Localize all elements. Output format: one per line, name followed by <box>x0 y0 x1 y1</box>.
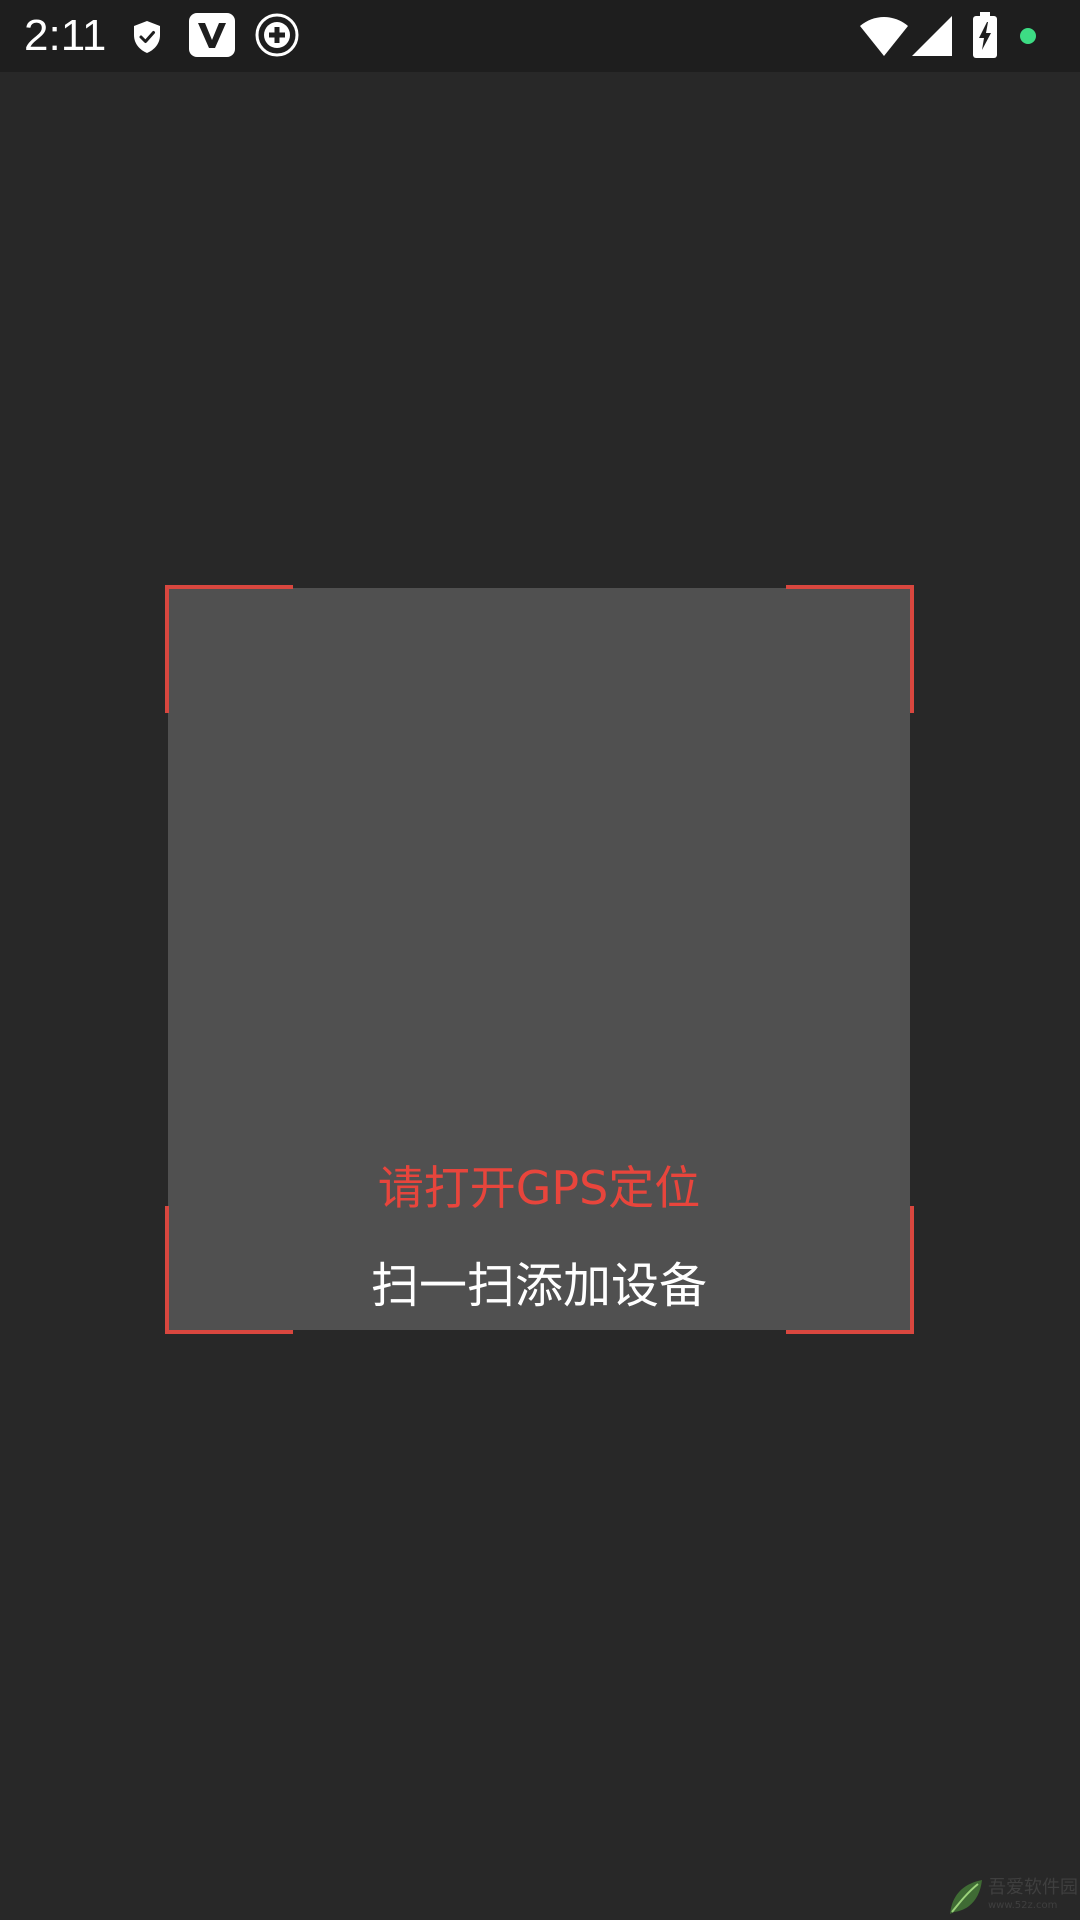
wifi-icon <box>860 17 908 56</box>
cellular-signal-icon <box>912 16 952 56</box>
green-dot <box>1020 28 1036 44</box>
status-time: 2:11 <box>24 11 107 60</box>
plus-circle-icon <box>255 13 299 57</box>
scan-hint: 扫一扫添加设备 <box>370 1258 707 1314</box>
watermark-name: 吾爱软件园 <box>988 1877 1078 1898</box>
battery-charging-icon <box>973 12 997 58</box>
v-app-icon <box>189 13 235 57</box>
status-bar: 2:11 <box>0 0 1080 72</box>
watermark: 吾爱软件园 www.52z.com <box>948 1876 1078 1916</box>
leaf-logo-icon <box>950 1880 982 1914</box>
corner-top-left <box>165 585 293 713</box>
watermark-url: www.52z.com <box>988 1900 1058 1911</box>
corner-top-right <box>786 585 914 713</box>
gps-warning: 请打开GPS定位 <box>377 1161 701 1215</box>
shield-icon <box>134 21 160 53</box>
